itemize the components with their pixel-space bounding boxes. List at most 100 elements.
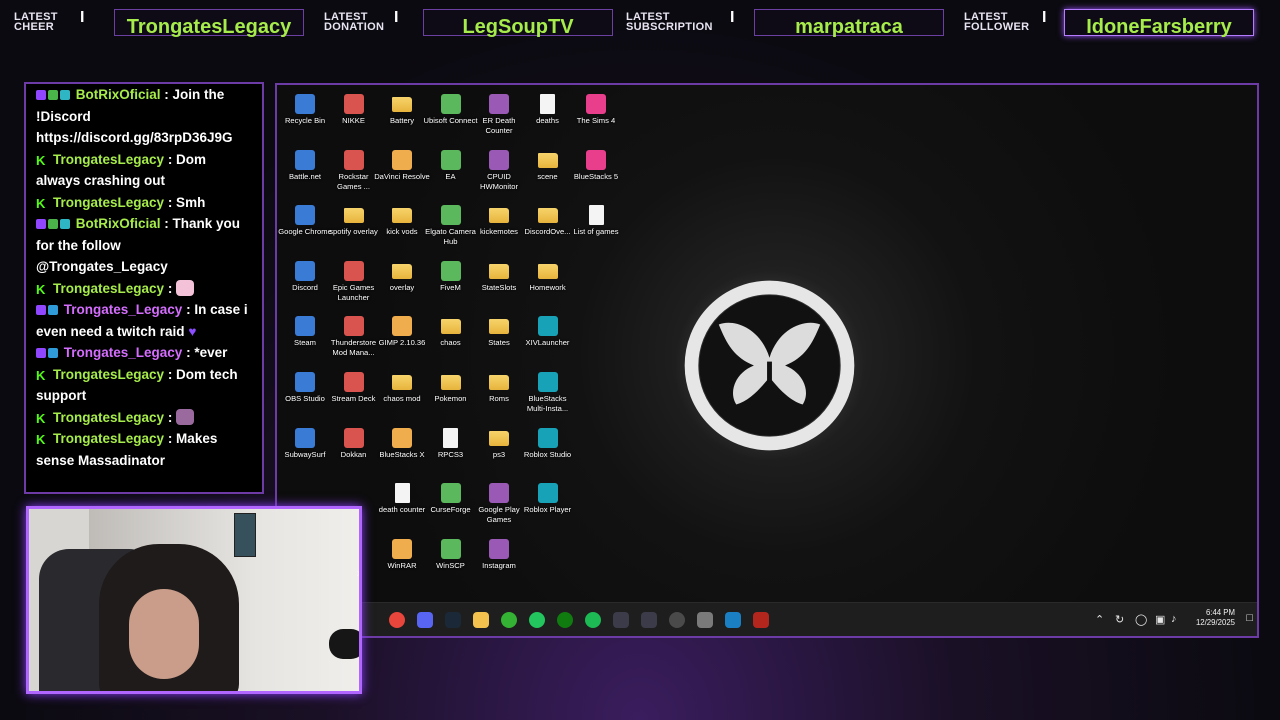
emote-icon: [176, 408, 195, 425]
steam-icon[interactable]: [445, 612, 461, 628]
chrome-icon[interactable]: [389, 612, 405, 628]
kick-icon: K: [36, 281, 46, 297]
app-icon: [295, 149, 315, 170]
chat-message: K TrongatesLegacy : Smh: [36, 192, 254, 214]
volume-icon[interactable]: ♪: [1171, 613, 1177, 625]
taskbar-clock[interactable]: 6:44 PM 12/29/2025: [1196, 608, 1235, 628]
twitch-icon: [36, 305, 46, 315]
file-explorer-icon[interactable]: [473, 612, 489, 628]
chat-message: BotRixOficial : Join the !Discord https:…: [36, 84, 254, 149]
network-icon[interactable]: ▣: [1155, 613, 1165, 626]
verified-badge-icon: [48, 219, 58, 229]
latest-subscription-value: marpatraca: [754, 9, 944, 38]
microphone: [329, 629, 359, 659]
obs-icon[interactable]: [669, 612, 685, 628]
app-icon: [343, 316, 364, 337]
taskbar: ⌃ ↻ ◯ ▣ ♪ 6:44 PM 12/29/2025 □: [277, 602, 1257, 636]
chat-message: Trongates_Legacy : *ever: [36, 342, 254, 364]
file-icon: [540, 94, 555, 114]
app-icon: [392, 427, 412, 448]
settings-icon[interactable]: [697, 612, 713, 628]
latest-donation-value: LegSoupTV: [423, 9, 613, 38]
notification-icon[interactable]: □: [1246, 612, 1253, 624]
sync-icon[interactable]: ↻: [1115, 613, 1124, 626]
app-icon[interactable]: [529, 612, 545, 628]
app-icon: [537, 316, 558, 337]
desktop-icon-label: Homework: [529, 282, 566, 292]
app-icon: [343, 94, 364, 114]
app-icon: [392, 538, 412, 559]
kick-icon: K: [36, 152, 46, 168]
app-icon: [489, 94, 509, 114]
desktop-icon[interactable]: Roblox Studio: [520, 427, 576, 460]
app-icon: [537, 427, 558, 448]
desktop-icon[interactable]: Roblox Player: [520, 483, 576, 515]
app-icon: [392, 316, 412, 337]
cheer-label: LATEST CHEER I: [14, 9, 85, 33]
app-icon: [586, 94, 606, 114]
streamer-face: [129, 589, 199, 679]
app-icon: [440, 94, 461, 114]
app-icon[interactable]: [725, 612, 741, 628]
desktop-icon[interactable]: BlueStacks 5: [568, 149, 624, 182]
folder-icon: [537, 208, 558, 224]
chat-message: BotRixOficial : Thank you for the follow…: [36, 213, 254, 278]
desktop-icon-label: BlueStacks Multi-Insta...: [526, 394, 569, 413]
folder-icon: [392, 263, 412, 279]
desktop-icon[interactable]: List of games: [568, 205, 624, 237]
folder-icon: [440, 319, 461, 335]
desktop-icon[interactable]: Instagram: [471, 538, 527, 571]
desktop-icon[interactable]: XIVLauncher: [520, 316, 576, 348]
folder-icon: [537, 152, 558, 168]
chat-text: : Smh: [167, 194, 206, 210]
app-icon: [440, 538, 461, 559]
follower-label: LATEST FOLLOWER I: [964, 9, 1047, 33]
chat-text: : *ever: [186, 345, 228, 360]
crown-badge-icon: [48, 348, 58, 358]
app-icon[interactable]: [501, 612, 517, 628]
app-icon: [295, 372, 315, 392]
chat-username: TrongatesLegacy: [53, 366, 165, 382]
microphone-icon[interactable]: ◯: [1135, 613, 1147, 626]
desktop-icon[interactable]: BlueStacks Multi-Insta...: [520, 372, 576, 414]
folder-icon: [489, 208, 509, 224]
app-icon[interactable]: [613, 612, 629, 628]
file-icon: [394, 483, 410, 504]
chat-panel: BotRixOficial : Join the !Discord https:…: [24, 82, 264, 494]
app-icon[interactable]: [641, 612, 657, 628]
chevron-up-icon[interactable]: ⌃: [1095, 613, 1104, 626]
butterfly-logo: [673, 269, 866, 462]
chat-username: BotRixOficial: [75, 87, 161, 102]
desktop-icon[interactable]: The Sims 4: [568, 94, 624, 126]
chat-username: Trongates_Legacy: [63, 345, 183, 360]
spotify-icon[interactable]: [585, 612, 601, 628]
twitch-icon: [36, 219, 46, 229]
discord-icon[interactable]: [417, 612, 433, 628]
latest-cheer-value: TrongatesLegacy: [114, 9, 304, 38]
app-icon: [295, 205, 315, 226]
kick-icon: K: [36, 367, 46, 383]
chat-username: TrongatesLegacy: [53, 431, 165, 446]
donation-label: LATEST DONATION I: [324, 9, 399, 33]
verified-badge-icon: [48, 90, 58, 100]
kick-icon: K: [36, 410, 46, 426]
chat-message: K TrongatesLegacy :: [36, 407, 254, 429]
partial-desktop-label: XL: [357, 571, 362, 578]
app-icon: [343, 427, 364, 448]
app-icon: [392, 149, 412, 170]
purple-heart-icon: ♥: [188, 323, 197, 339]
xbox-icon[interactable]: [557, 612, 573, 628]
desktop-icon[interactable]: Homework: [520, 261, 576, 293]
app-icon: [343, 372, 364, 392]
folder-icon: [489, 319, 509, 335]
kick-icon: K: [36, 195, 46, 211]
file-icon: [443, 427, 458, 448]
chat-message: K TrongatesLegacy : Dom tech support: [36, 364, 254, 407]
emote-icon: [176, 279, 195, 296]
latest-follower-value: IdoneFarsberry: [1064, 9, 1254, 38]
app-icon[interactable]: [753, 612, 769, 628]
desktop-icon-label: Roblox Studio: [523, 449, 572, 459]
folder-icon: [440, 375, 461, 390]
app-icon: [440, 205, 461, 226]
desktop-icon-label: BlueStacks 5: [573, 171, 619, 181]
